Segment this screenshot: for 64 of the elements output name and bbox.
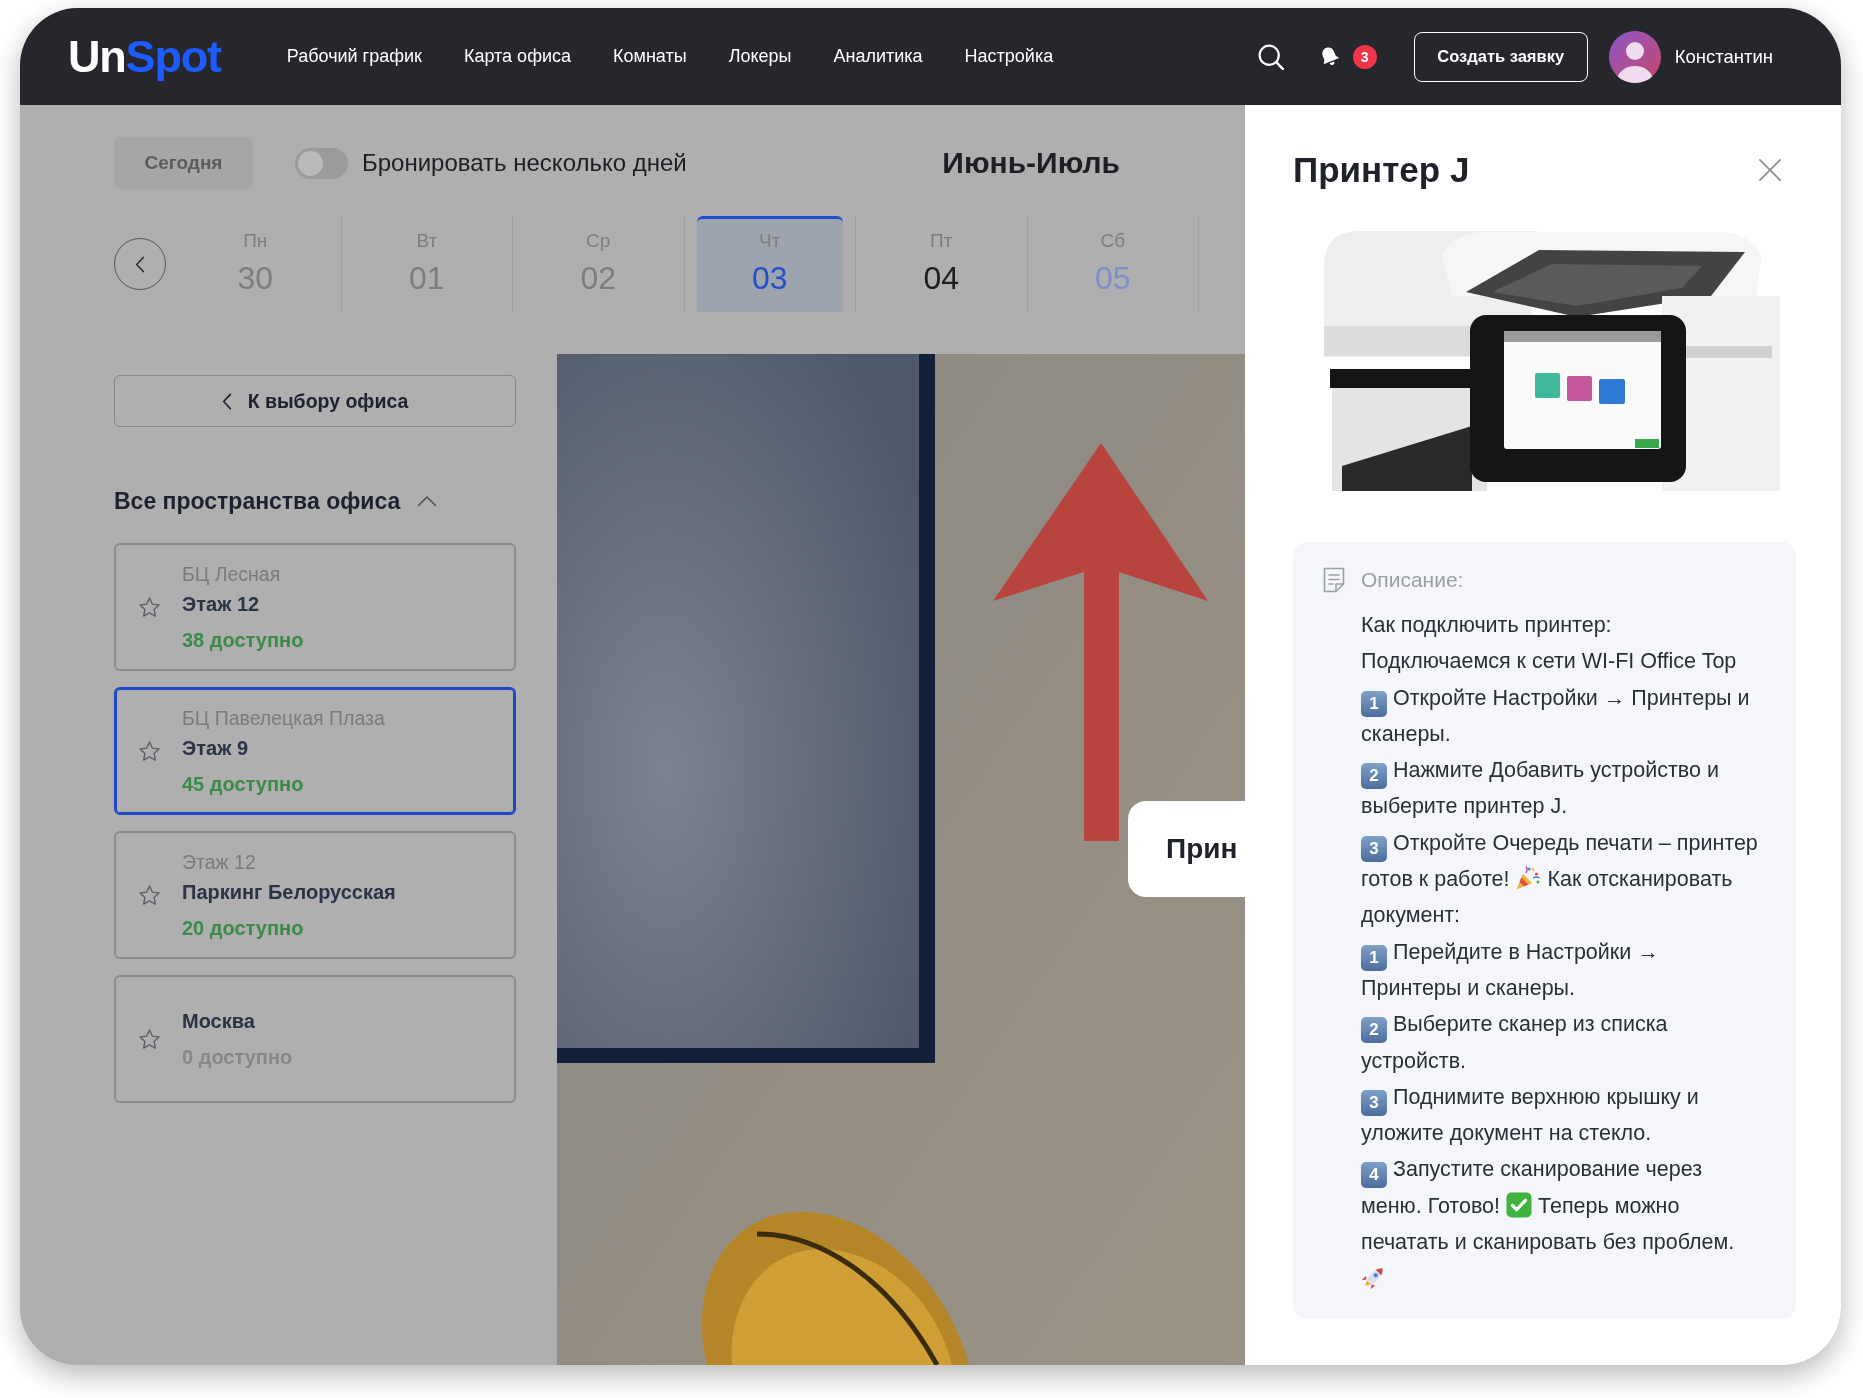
chevron-left-icon xyxy=(135,255,145,273)
chevron-up-icon[interactable] xyxy=(417,495,438,507)
office-name: Этаж 9 xyxy=(182,736,249,761)
step-number: 3 xyxy=(1361,1089,1387,1116)
description-label: Описание: xyxy=(1361,567,1465,593)
step-number: 2 xyxy=(1361,1017,1387,1044)
description-text: Нажмите Добавить устройство и xyxy=(1393,758,1719,783)
back-to-offices-button[interactable]: К выбору офиса xyxy=(114,375,516,427)
star-icon[interactable] xyxy=(139,597,160,617)
availability-count: 20 доступно xyxy=(182,916,305,941)
multi-day-toggle[interactable] xyxy=(295,147,348,179)
nav-link[interactable]: Карта офиса xyxy=(463,46,571,67)
notification-count: 3 xyxy=(1352,44,1377,69)
step-number: 1 xyxy=(1361,690,1387,717)
create-request-button[interactable]: Создать заявку xyxy=(1413,31,1588,82)
description-text: Откройте Очередь печати – принтер xyxy=(1393,830,1758,855)
party-popper-icon xyxy=(1515,865,1542,892)
toggle-label: Бронировать несколько дней xyxy=(362,149,687,177)
map-label[interactable]: Прин xyxy=(1128,801,1245,897)
check-mark-icon xyxy=(1506,1191,1533,1218)
description-text: Перейдите в Настройки → xyxy=(1393,939,1659,964)
description-text: Подключаемся к сети WI-FI Office Top xyxy=(1361,649,1737,674)
description-text: Запустите сканирование через xyxy=(1393,1157,1702,1182)
nav-link[interactable]: Настройка xyxy=(964,46,1054,67)
description-text: Выберите сканер из списка xyxy=(1393,1012,1668,1037)
section-title: Все пространства офиса xyxy=(114,487,401,516)
star-icon[interactable] xyxy=(139,1029,160,1049)
step-number: 1 xyxy=(1361,944,1387,971)
availability-count: 38 доступно xyxy=(182,628,304,653)
description-text: Принтеры и сканеры. xyxy=(1361,975,1576,1000)
nav-link[interactable]: Комнаты xyxy=(613,46,687,67)
office-name: Этаж 12 xyxy=(182,592,261,617)
step-number: 2 xyxy=(1361,763,1387,790)
office-name: Паркинг Белорусская xyxy=(182,880,396,905)
search-icon[interactable] xyxy=(1257,43,1284,70)
description-text: печатать и сканировать без проблем. xyxy=(1361,1230,1735,1255)
description-text: Откройте Настройки → Принтеры и xyxy=(1393,685,1750,710)
nav-link[interactable]: Аналитика xyxy=(833,46,923,67)
close-icon[interactable] xyxy=(1759,159,1781,181)
description-text: Как подключить принтер: xyxy=(1361,613,1612,637)
description-text: Поднимите верхнюю крышку и xyxy=(1393,1084,1699,1109)
description-text: готов к работе! xyxy=(1361,867,1510,892)
description-text: Как отсканировать xyxy=(1547,867,1733,892)
description-text: сканеры. xyxy=(1361,721,1451,746)
month-title: Июнь-Июль xyxy=(942,146,1120,180)
nav-link[interactable]: Локеры xyxy=(728,46,792,67)
panel-title: Принтер J xyxy=(1293,150,1470,190)
nav-link[interactable]: Рабочий график xyxy=(286,46,422,67)
app-logo[interactable]: UnSpot xyxy=(68,34,221,79)
description-text: выберите принтер J. xyxy=(1361,794,1568,819)
availability-count: 45 доступно xyxy=(182,772,305,797)
description-text: уложите документ на стекло. xyxy=(1361,1121,1652,1146)
description-text: меню. Готово! xyxy=(1361,1193,1501,1218)
star-icon[interactable] xyxy=(139,741,160,761)
step-number: 4 xyxy=(1361,1162,1387,1189)
description-text: устройств. xyxy=(1361,1048,1467,1073)
star-icon[interactable] xyxy=(139,885,160,905)
chevron-left-icon xyxy=(221,392,232,410)
document-icon xyxy=(1323,567,1345,593)
description-text: документ: xyxy=(1361,903,1461,928)
office-name: Москва xyxy=(182,1009,256,1034)
description-text: Теперь можно xyxy=(1538,1193,1680,1218)
step-number: 3 xyxy=(1361,835,1387,862)
user-name[interactable]: Константин xyxy=(1674,45,1773,68)
